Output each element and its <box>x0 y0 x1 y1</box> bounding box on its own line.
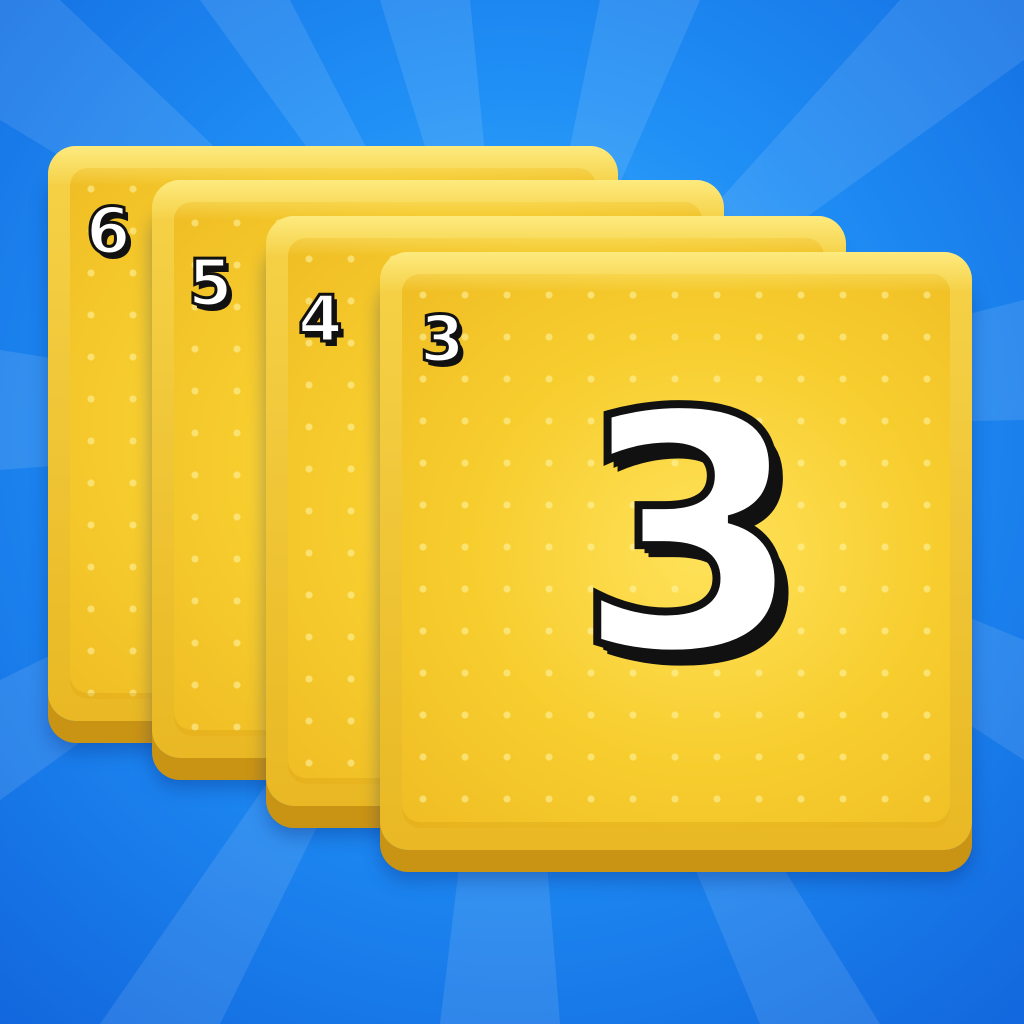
card-center-number: 3 <box>571 343 809 727</box>
card-corner-number: 5 <box>187 247 235 321</box>
card-corner-number: 6 <box>85 195 133 269</box>
card-corner-number: 4 <box>297 283 345 357</box>
card-corner-number: 3 <box>419 303 467 377</box>
game-canvas: 6 5 4 3 3 <box>0 0 1024 1024</box>
card-rim <box>152 180 724 220</box>
number-card-3[interactable]: 3 3 <box>380 252 972 850</box>
card-rim <box>380 252 972 292</box>
card-rim <box>266 216 846 256</box>
